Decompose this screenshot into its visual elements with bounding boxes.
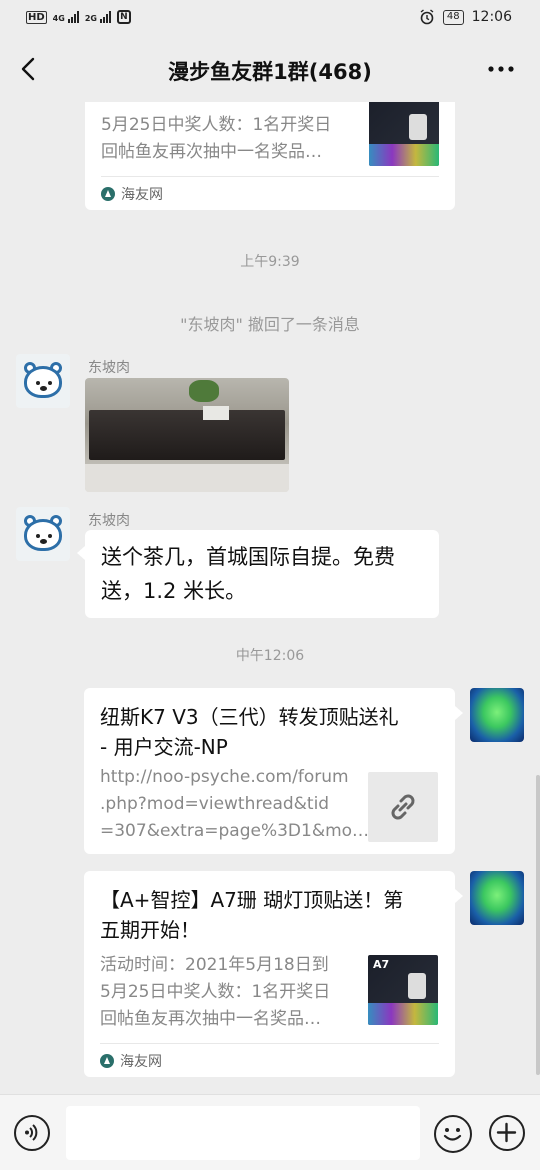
message-line: 送个茶几，首城国际自提。免费 [101, 545, 395, 569]
chat-header: 漫步鱼友群1群(468) [0, 38, 540, 102]
text-message-bubble[interactable]: 送个茶几，首城国际自提。免费 送，1.2 米长。 [77, 530, 439, 618]
emoji-icon [443, 1128, 462, 1141]
battery-icon: 48 [442, 9, 464, 25]
plus-icon [496, 1122, 517, 1143]
sender-name: 东坡肉 [88, 360, 130, 376]
card-url-line: http://noo-psyche.com/forum [100, 767, 349, 787]
source-app-icon [101, 187, 115, 201]
timestamp: 中午12:06 [235, 648, 305, 664]
recall-notice: "东坡肉" 撤回了一条消息 [180, 315, 360, 334]
network-indicators: HD 4G 2G N [26, 10, 131, 24]
signal-icon: 4G [53, 11, 79, 23]
sender-name: 东坡肉 [88, 513, 130, 529]
photo-message[interactable] [85, 378, 289, 492]
source-name: 海友网 [121, 187, 163, 203]
chat-message-list[interactable]: 5月25日中奖人数：1名开奖日 回帖鱼友再次抽中一名奖品… 海友网 上午9:39… [0, 102, 540, 1094]
avatar[interactable] [16, 354, 70, 408]
link-card-top[interactable]: 5月25日中奖人数：1名开奖日 回帖鱼友再次抽中一名奖品… 海友网 [85, 102, 455, 210]
card-desc-line: 回帖鱼友再次抽中一名奖品… [100, 1009, 321, 1029]
card-title-line: 纽斯K7 V3（三代）转发顶贴送礼 [100, 705, 399, 729]
card-divider [101, 176, 439, 177]
card-title-line: - 用户交流-NP [100, 735, 228, 759]
card-url-line: .php?mod=viewthread&tid [100, 794, 330, 814]
thumb-label: A7 [373, 958, 390, 971]
alarm-icon [420, 9, 434, 25]
card-url-line: =307&extra=page%3D1&mo… [100, 821, 370, 841]
card-divider [100, 1043, 439, 1044]
nfc-icon: N [116, 10, 131, 24]
avatar[interactable] [16, 507, 70, 561]
card-thumbnail [369, 102, 439, 166]
card-desc-line: 5月25日中奖人数：1名开奖日 [101, 115, 332, 135]
message-line: 送，1.2 米长。 [101, 579, 247, 603]
network-4g-label: 4G [52, 14, 65, 23]
source-app-icon [100, 1054, 114, 1068]
link-card[interactable]: 纽斯K7 V3（三代）转发顶贴送礼 - 用户交流-NP http://noo-p… [84, 688, 463, 854]
clock-time: 12:06 [471, 9, 512, 25]
card-title-line: 【A+智控】A7珊 瑚灯顶贴送！第 [100, 888, 404, 912]
status-right: 48 12:06 [419, 9, 512, 25]
card-desc-line: 5月25日中奖人数：1名开奖日 [100, 982, 331, 1002]
link-icon [391, 794, 415, 820]
emoji-button[interactable] [434, 1115, 472, 1153]
scrollbar[interactable] [536, 775, 540, 1075]
chat-title: 漫步鱼友群1群(468) [168, 60, 372, 84]
network-2g-label: 2G [84, 14, 97, 23]
link-card-bottom[interactable]: 【A+智控】A7珊 瑚灯顶贴送！第 五期开始！ 活动时间：2021年5月18日到… [84, 871, 463, 1077]
timestamp: 上午9:39 [240, 254, 300, 270]
card-thumbnail: A7 [368, 955, 438, 1025]
card-desc-line: 活动时间：2021年5月18日到 [100, 955, 329, 975]
more-dots-icon[interactable] [486, 58, 516, 80]
card-source: 海友网 [100, 1051, 162, 1071]
voice-icon [25, 1124, 38, 1141]
avatar[interactable] [470, 688, 524, 742]
message-input[interactable] [66, 1106, 420, 1160]
plus-button[interactable] [489, 1115, 525, 1151]
input-bar [0, 1094, 540, 1170]
card-title-line: 五期开始！ [100, 918, 200, 942]
voice-button[interactable] [14, 1115, 50, 1151]
hd-indicator: HD [26, 10, 47, 24]
status-bar: HD 4G 2G N 48 12:06 [0, 0, 540, 38]
signal-icon-2: 2G [85, 11, 111, 23]
avatar[interactable] [470, 871, 524, 925]
source-name: 海友网 [120, 1054, 162, 1070]
card-source: 海友网 [101, 184, 163, 204]
link-thumbnail [368, 772, 438, 842]
card-desc-line: 回帖鱼友再次抽中一名奖品… [101, 142, 322, 162]
